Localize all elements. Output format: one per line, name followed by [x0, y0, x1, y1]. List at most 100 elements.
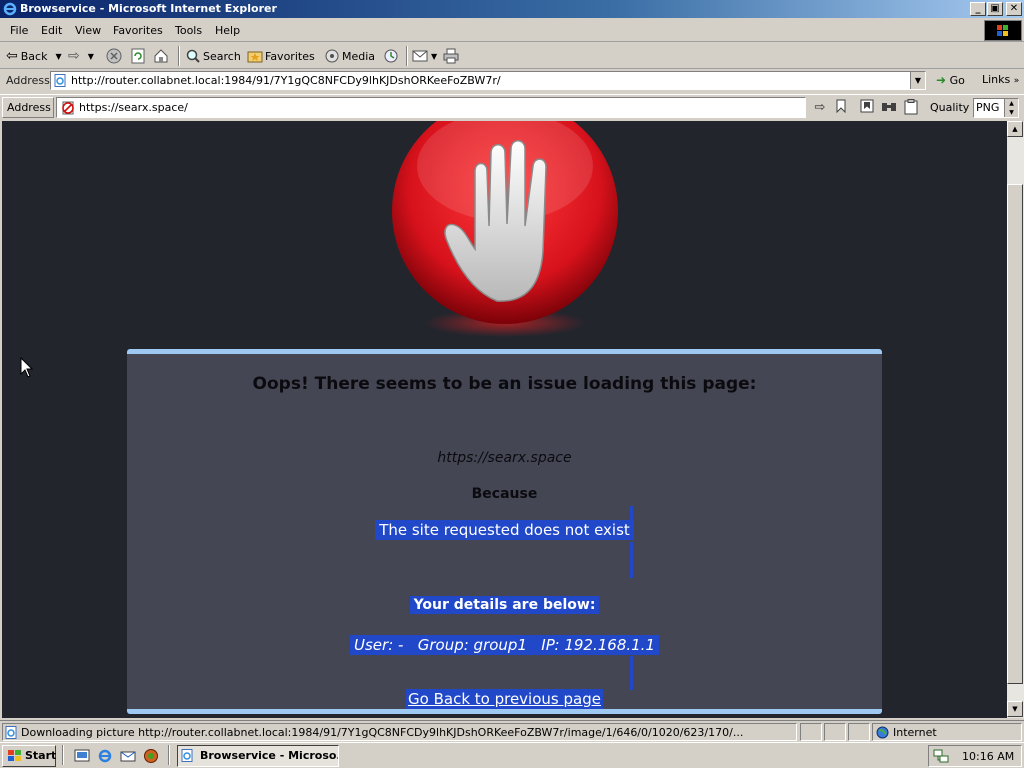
- refresh-button[interactable]: [130, 47, 146, 65]
- taskbar-separator: [168, 745, 170, 765]
- stop-icon: [106, 48, 122, 64]
- print-icon: [443, 48, 459, 64]
- menu-file[interactable]: File: [10, 24, 28, 37]
- go-back-link[interactable]: Go Back to previous page: [406, 689, 603, 709]
- address-label: Address: [6, 74, 50, 87]
- selection-connector: [630, 506, 633, 521]
- browservice-toolbar: Address https://searx.space/ ⇨ Quality P…: [0, 94, 1024, 120]
- find-icon[interactable]: [880, 99, 898, 117]
- error-url: https://searx.space: [437, 450, 572, 466]
- menu-favorites[interactable]: Favorites: [113, 24, 163, 37]
- stop-hand-icon: [392, 121, 618, 337]
- status-cell: [824, 723, 846, 741]
- windows-logo-icon: [984, 20, 1022, 41]
- history-button[interactable]: [383, 47, 399, 65]
- address-url: http://router.collabnet.local:1984/91/7Y…: [71, 74, 501, 87]
- details-heading: Your details are below:: [127, 596, 882, 614]
- inner-address-label: Address: [2, 97, 54, 118]
- clipboard-icon[interactable]: [902, 99, 920, 117]
- details-heading-text: Your details are below:: [409, 596, 600, 614]
- media-label: Media: [342, 49, 376, 63]
- page-content: Oops! There seems to be an issue loading…: [2, 121, 1007, 718]
- scroll-down-icon[interactable]: ▼: [1007, 701, 1023, 717]
- mail-dropdown-icon[interactable]: ▼: [431, 52, 437, 61]
- scroll-thumb[interactable]: [1007, 184, 1023, 684]
- links-button[interactable]: Links »: [982, 73, 1019, 86]
- stop-button[interactable]: [106, 47, 122, 65]
- favorites-icon: [247, 51, 263, 63]
- menu-help[interactable]: Help: [215, 24, 240, 37]
- search-label: Search: [203, 49, 241, 63]
- show-desktop-icon[interactable]: [74, 748, 90, 764]
- inner-address-url: https://searx.space/: [79, 101, 188, 114]
- minimize-button[interactable]: _: [970, 2, 986, 16]
- go-button[interactable]: ➜ Go: [936, 73, 965, 87]
- toolbar-separator: [406, 46, 408, 66]
- window-title: Browservice - Microsoft Internet Explore…: [20, 2, 277, 15]
- print-button[interactable]: [443, 47, 459, 65]
- home-button[interactable]: [153, 47, 169, 65]
- scroll-up-icon[interactable]: ▲: [1007, 121, 1023, 137]
- menu-view[interactable]: View: [75, 24, 101, 37]
- taskbar-ie-window[interactable]: Browservice - Microso...: [177, 745, 339, 767]
- quality-label: Quality: [930, 101, 970, 114]
- mail-button[interactable]: ▼: [412, 47, 437, 65]
- taskbar-separator: [62, 745, 64, 765]
- mail-icon: [412, 50, 428, 62]
- go-arrow-icon: ➜: [936, 73, 947, 87]
- ie-logo-icon: [3, 2, 17, 16]
- maximize-button[interactable]: ▣: [987, 2, 1003, 16]
- bookmark-icon[interactable]: [832, 99, 850, 117]
- back-label: Back: [20, 49, 48, 63]
- network-icon[interactable]: [933, 748, 949, 764]
- insecure-site-icon: [62, 101, 74, 115]
- taskbar: Start Browservice - Microso... 10:16 AM: [0, 742, 1024, 768]
- quality-value: PNG: [976, 101, 1000, 114]
- search-icon: [186, 49, 200, 63]
- task-label: Browservice - Microso...: [200, 749, 339, 762]
- favorites-button[interactable]: Favorites: [247, 47, 315, 65]
- ie-quicklaunch-icon[interactable]: [97, 748, 113, 764]
- address-bar: Address http://router.collabnet.local:19…: [0, 70, 1024, 92]
- status-text: Downloading picture http://router.collab…: [21, 726, 744, 739]
- forward-arrow-icon: ⇨: [68, 48, 80, 64]
- start-button[interactable]: Start: [2, 745, 56, 767]
- outlook-express-icon[interactable]: [120, 748, 136, 764]
- quality-select[interactable]: PNG ▲ ▼: [973, 98, 1019, 118]
- globe-icon: [876, 726, 889, 739]
- history-icon: [384, 49, 398, 63]
- clock[interactable]: 10:16 AM: [962, 750, 1014, 763]
- selection-connector: [630, 542, 633, 578]
- forward-dropdown-icon[interactable]: ▼: [88, 52, 94, 61]
- error-reason-text: The site requested does not exist: [375, 520, 634, 540]
- media-player-icon[interactable]: [143, 748, 159, 764]
- menu-edit[interactable]: Edit: [41, 24, 62, 37]
- selection-connector: [630, 656, 633, 690]
- close-button[interactable]: ✕: [1006, 2, 1022, 16]
- address-input[interactable]: http://router.collabnet.local:1984/91/7Y…: [50, 71, 926, 90]
- error-heading: Oops! There seems to be an issue loading…: [252, 374, 757, 394]
- status-message: Downloading picture http://router.collab…: [2, 723, 797, 741]
- user-details: User: - Group: group1 IP: 192.168.1.1: [127, 635, 882, 655]
- inner-address-input[interactable]: https://searx.space/: [56, 97, 806, 118]
- bookmarks-list-icon[interactable]: [858, 99, 876, 117]
- back-dropdown-icon[interactable]: ▼: [55, 52, 61, 61]
- back-button[interactable]: ⇦ Back ▼: [6, 47, 62, 65]
- vertical-scrollbar[interactable]: ▲ ▼: [1007, 121, 1024, 718]
- windows-flag-icon: [8, 750, 21, 761]
- status-cell: [848, 723, 870, 741]
- media-button[interactable]: Media: [324, 47, 375, 65]
- home-icon: [154, 49, 168, 63]
- quality-spinner-icon[interactable]: ▲ ▼: [1004, 99, 1018, 117]
- status-bar: Downloading picture http://router.collab…: [0, 720, 1024, 742]
- back-link-row: Go Back to previous page: [127, 689, 882, 709]
- address-dropdown-icon[interactable]: ▼: [910, 72, 925, 89]
- error-because-label: Because: [471, 486, 538, 502]
- forward-button[interactable]: ⇨ ▼: [68, 47, 94, 65]
- search-button[interactable]: Search: [185, 47, 241, 65]
- title-bar: Browservice - Microsoft Internet Explore…: [0, 0, 1024, 18]
- navigate-arrow-icon[interactable]: ⇨: [811, 99, 829, 117]
- toolbar-separator: [178, 46, 180, 66]
- refresh-icon: [131, 48, 145, 64]
- menu-tools[interactable]: Tools: [175, 24, 202, 37]
